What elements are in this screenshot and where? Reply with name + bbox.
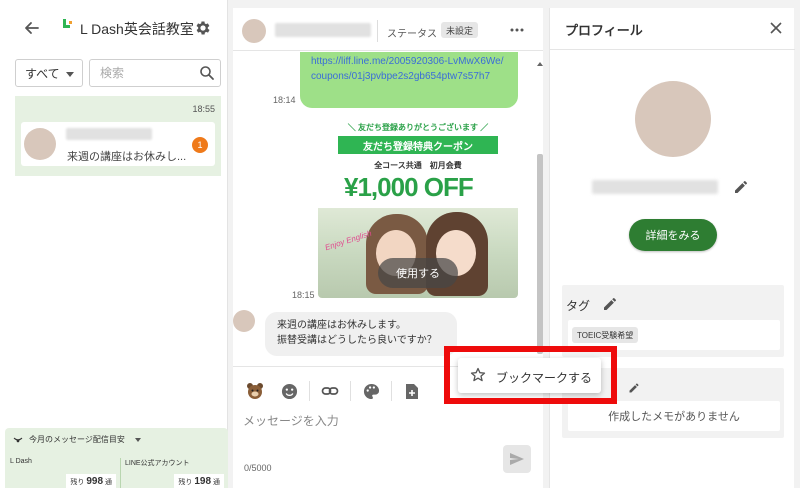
quota-line-label: LINE公式アカウント xyxy=(125,460,190,467)
scroll-thumb[interactable] xyxy=(537,154,543,354)
friend-last-time: 18:55 xyxy=(192,104,215,114)
coupon-amount: ¥1,000 OFF xyxy=(344,172,474,202)
chat-name-redacted xyxy=(275,23,371,37)
brand-title: L Dash英会話教室 xyxy=(80,21,194,37)
bookmark-label: ブックマークする xyxy=(496,371,593,385)
profile-name-redacted xyxy=(592,180,718,194)
gear-icon[interactable] xyxy=(193,18,213,38)
quota-ldash-label: L Dash xyxy=(10,458,32,465)
edit-pencil-icon[interactable] xyxy=(602,296,618,312)
divider xyxy=(377,20,378,42)
send-button[interactable] xyxy=(503,445,531,473)
message-time: 18:15 xyxy=(292,290,315,300)
quota-ldash-value: 残り 998 通 xyxy=(66,474,116,488)
view-details-button[interactable]: 詳細をみる xyxy=(629,219,717,251)
more-menu-icon[interactable] xyxy=(507,21,527,39)
coupon-thanks-text: ＼ 友だち登録ありがとうございます ／ xyxy=(347,123,489,132)
avatar xyxy=(635,81,711,157)
coupon-image-message[interactable]: ＼ 友だち登録ありがとうございます ／ 友だち登録特典クーポン 全コース共通 初… xyxy=(318,114,518,298)
chevron-down-icon xyxy=(134,437,141,442)
tag-section: タグ TOEIC受験希望 xyxy=(562,285,784,357)
sticker-bear-icon[interactable] xyxy=(245,381,265,401)
coupon-subtitle: 全コース共通 初月会費 xyxy=(374,161,462,170)
coupon-title: 友だち登録特典クーポン xyxy=(338,136,498,154)
coupon-link-message[interactable]: https://liff.line.me/2005920306-LvMwX6We… xyxy=(300,52,518,108)
quota-line: LINE公式アカウント 残り 198 通 xyxy=(120,458,228,488)
friend-message-preview: 来週の講座はお休みし... xyxy=(67,151,187,163)
palette-icon[interactable] xyxy=(361,381,381,401)
unread-badge: 1 xyxy=(192,137,208,153)
edit-pencil-icon[interactable] xyxy=(733,179,749,195)
quota-line-value: 残り 198 通 xyxy=(174,474,224,488)
search-box xyxy=(89,59,221,87)
tag-chip[interactable]: TOEIC受験希望 xyxy=(572,327,639,343)
tag-label: タグ xyxy=(566,299,591,313)
edit-pencil-icon[interactable] xyxy=(628,380,640,396)
chat-header: ステータス 未設定 xyxy=(233,8,543,51)
friend-list-item[interactable]: 来週の講座はお休みし... 1 xyxy=(21,122,215,166)
filter-select[interactable]: すべて xyxy=(15,59,83,87)
send-icon xyxy=(510,453,524,465)
status-label: ステータス xyxy=(387,29,437,40)
emoji-icon[interactable] xyxy=(279,381,299,401)
divider xyxy=(391,381,392,401)
quota-toggle[interactable]: 今月のメッセージ配信目安 xyxy=(13,434,141,445)
memo-empty-state: 作成したメモがありません xyxy=(568,401,780,431)
left-sidebar: L Dash英会話教室 すべて 18:55 来週の講座はお休みし... 1 今月… xyxy=(0,0,228,488)
profile-title: プロフィール xyxy=(565,23,643,38)
message-input[interactable] xyxy=(243,411,523,431)
avatar xyxy=(242,19,266,43)
friend-list: 18:55 来週の講座はお休みし... 1 xyxy=(15,96,221,176)
search-input[interactable] xyxy=(90,60,190,86)
filter-select-value: すべて xyxy=(25,66,60,81)
message-quota-panel: 今月のメッセージ配信目安 L Dash 残り 998 通 LINE公式アカウント… xyxy=(5,428,228,488)
search-icon[interactable] xyxy=(199,65,215,81)
incoming-message-line: 来週の講座はお休みします。 xyxy=(277,320,406,331)
scroll-up-arrow-icon[interactable] xyxy=(537,62,543,66)
profile-panel: プロフィール 詳細をみる タグ TOEIC受験希望 作成したメモがありません xyxy=(549,8,795,488)
sidebar-header: L Dash英会話教室 xyxy=(0,0,228,56)
add-file-icon[interactable] xyxy=(402,381,422,401)
brand-logo-icon xyxy=(60,17,76,37)
friend-name-redacted xyxy=(66,128,152,140)
divider xyxy=(350,381,351,401)
quota-title: 今月のメッセージ配信目安 xyxy=(29,435,125,444)
incoming-message[interactable]: 来週の講座はお休みします。 振替受講はどうしたら良いですか？ xyxy=(265,312,457,356)
avatar xyxy=(233,310,255,332)
bookmark-menu-item[interactable]: ブックマークする xyxy=(458,358,601,393)
message-time: 18:14 xyxy=(273,95,296,105)
avatar xyxy=(24,128,56,160)
back-arrow-icon[interactable] xyxy=(22,18,42,38)
link-icon[interactable] xyxy=(320,381,340,401)
use-coupon-button[interactable]: 使用する xyxy=(378,258,458,288)
status-badge[interactable]: 未設定 xyxy=(441,22,479,38)
divider xyxy=(550,49,795,50)
divider xyxy=(309,381,310,401)
chevron-down-icon xyxy=(66,72,74,77)
message-timeline[interactable]: https://liff.line.me/2005920306-LvMwX6We… xyxy=(233,52,543,366)
tag-list: TOEIC受験希望 xyxy=(568,320,780,350)
incoming-message-line: 振替受講はどうしたら良いですか？ xyxy=(277,335,437,346)
scrollbar[interactable] xyxy=(536,62,543,362)
chat-panel: ステータス 未設定 https://liff.line.me/200592030… xyxy=(233,8,543,488)
star-outline-icon xyxy=(470,367,486,382)
quota-ldash: L Dash 残り 998 通 xyxy=(10,458,120,488)
coupon-photo: Enjoy English 使用する xyxy=(318,208,518,298)
broadcast-icon xyxy=(13,437,23,442)
char-count: 0/5000 xyxy=(244,463,272,473)
close-icon[interactable] xyxy=(768,20,784,36)
